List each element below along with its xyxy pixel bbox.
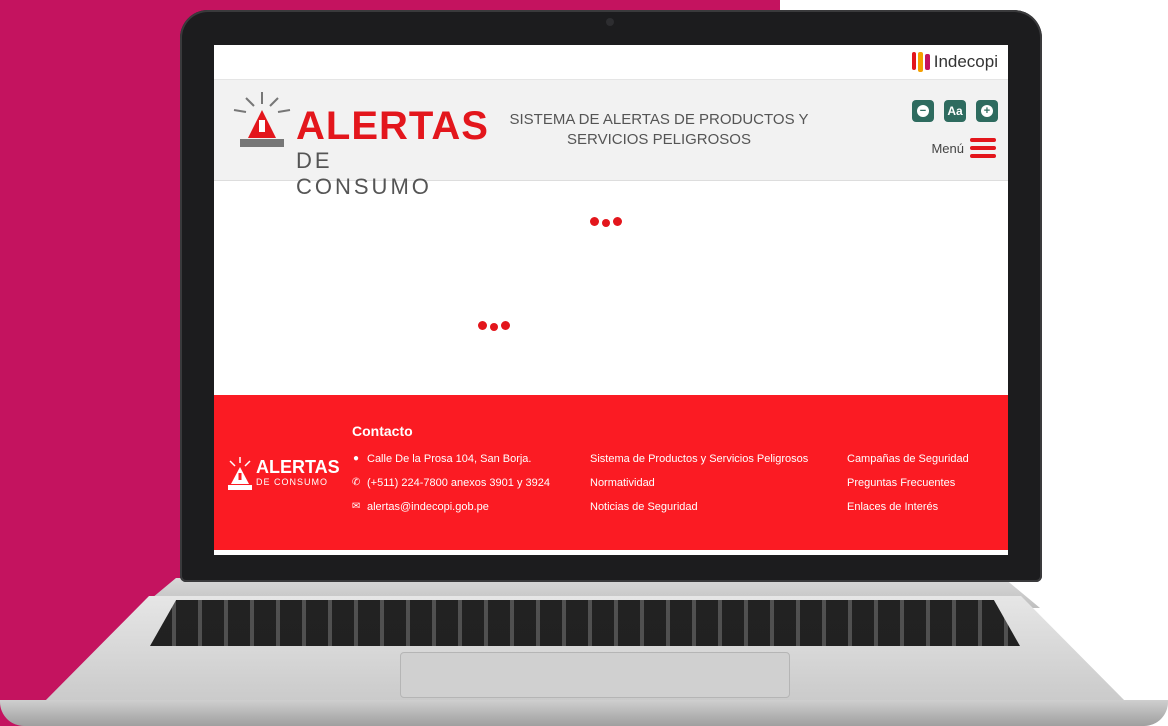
email-text: alertas@indecopi.gob.pe xyxy=(367,501,489,513)
laptop-base-edge xyxy=(0,700,1168,726)
camera-icon xyxy=(606,18,614,26)
laptop-keyboard xyxy=(150,600,1020,646)
location-pin-icon: ● xyxy=(352,453,360,464)
footer-links-col2: Campañas de Seguridad Preguntas Frecuent… xyxy=(847,447,969,519)
laptop-trackpad xyxy=(400,652,790,698)
top-bar: Indecopi xyxy=(214,45,1008,80)
logo-subtitle: DE CONSUMO xyxy=(296,148,432,199)
contact-heading: Contacto xyxy=(352,423,413,439)
site-footer: ALERTAS DE CONSUMO Contacto ● Calle De l… xyxy=(214,395,1008,550)
menu-label: Menú xyxy=(931,140,964,156)
site-title-line1: SISTEMA DE ALERTAS DE PRODUCTOS Y xyxy=(509,111,809,128)
footer-link-preguntas[interactable]: Preguntas Frecuentes xyxy=(847,471,969,495)
plus-icon: + xyxy=(981,105,993,117)
address-text: Calle De la Prosa 104, San Borja. xyxy=(367,453,532,465)
siren-icon xyxy=(240,110,284,147)
contact-phone[interactable]: ✆ (+511) 224-7800 anexos 3901 y 3924 xyxy=(352,471,550,495)
footer-link-enlaces[interactable]: Enlaces de Interés xyxy=(847,495,969,519)
siren-icon xyxy=(228,457,252,490)
footer-logo-title: ALERTAS xyxy=(256,457,340,477)
font-size-controls: − Aa + xyxy=(912,100,998,122)
footer-link-productos[interactable]: Sistema de Productos y Servicios Peligro… xyxy=(590,447,808,471)
logo-title: ALERTAS xyxy=(296,104,489,148)
footer-links-col1: Sistema de Productos y Servicios Peligro… xyxy=(590,447,808,519)
indecopi-brand: Indecopi xyxy=(933,52,998,71)
minus-icon: − xyxy=(917,105,929,117)
hamburger-icon xyxy=(970,138,996,158)
alertas-logo[interactable]: ALERTAS DE CONSUMO xyxy=(230,90,488,199)
loading-dots-icon xyxy=(478,319,510,331)
site-header: ALERTAS DE CONSUMO SISTEMA DE ALERTAS DE… xyxy=(214,80,1008,199)
phone-icon: ✆ xyxy=(351,477,361,488)
menu-button[interactable]: Menú xyxy=(931,138,996,158)
indecopi-logo-icon xyxy=(911,52,930,72)
loading-dots-icon xyxy=(590,215,622,227)
decrease-font-button[interactable]: − xyxy=(912,100,934,122)
footer-logo[interactable]: ALERTAS DE CONSUMO xyxy=(228,457,340,497)
site-title-line2: SERVICIOS PELIGROSOS xyxy=(567,131,751,148)
footer-link-campanas[interactable]: Campañas de Seguridad xyxy=(847,447,969,471)
footer-link-normatividad[interactable]: Normatividad xyxy=(590,471,808,495)
contact-address: ● Calle De la Prosa 104, San Borja. xyxy=(352,447,550,471)
laptop-screen: Indecopi ALERTAS DE CONSUMO SISTEMA DE A… xyxy=(214,45,1008,555)
site-title: SISTEMA DE ALERTAS DE PRODUCTOS Y SERVIC… xyxy=(504,110,814,150)
contact-email[interactable]: ✉ alertas@indecopi.gob.pe xyxy=(352,495,550,519)
indecopi-link[interactable]: Indecopi xyxy=(911,52,998,72)
envelope-icon: ✉ xyxy=(351,501,361,512)
footer-link-noticias[interactable]: Noticias de Seguridad xyxy=(590,495,808,519)
phone-text: (+511) 224-7800 anexos 3901 y 3924 xyxy=(367,477,550,489)
reset-font-button[interactable]: Aa xyxy=(944,100,966,122)
footer-logo-subtitle: DE CONSUMO xyxy=(256,477,329,487)
contact-list: ● Calle De la Prosa 104, San Borja. ✆ (+… xyxy=(352,447,550,519)
screen-bottom-margin xyxy=(214,550,1008,555)
increase-font-button[interactable]: + xyxy=(976,100,998,122)
